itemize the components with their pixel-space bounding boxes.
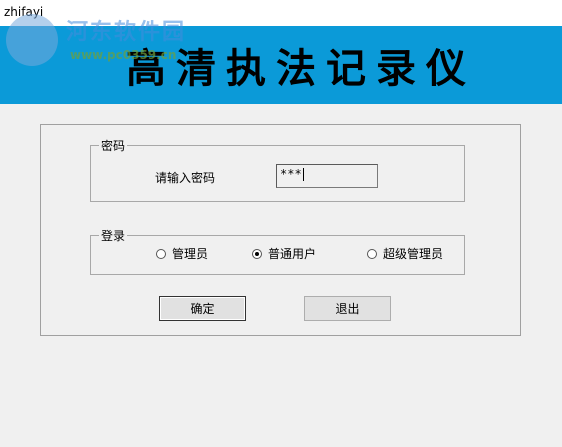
password-prompt-label: 请输入密码	[155, 171, 216, 185]
app-title: 高清执法记录仪	[126, 45, 476, 92]
header-banner: 高清执法记录仪	[0, 26, 562, 104]
radio-super-admin-label: 超级管理员	[383, 247, 444, 261]
window-title: zhifayi	[4, 5, 44, 19]
radio-normal-user-indicator	[252, 248, 262, 259]
title-bar: zhifayi	[0, 0, 562, 26]
ok-button[interactable]: 确定	[159, 296, 246, 321]
exit-button[interactable]: 退出	[304, 296, 391, 321]
radio-normal-user-label: 普通用户	[268, 247, 317, 261]
radio-admin-indicator	[156, 248, 166, 259]
radio-super-admin-indicator	[367, 248, 377, 259]
login-group-legend: 登录	[99, 227, 128, 244]
radio-normal-user[interactable]: 普通用户	[252, 245, 316, 262]
radio-admin-label: 管理员	[172, 247, 209, 261]
password-input[interactable]: ***	[276, 164, 378, 188]
radio-admin[interactable]: 管理员	[156, 245, 208, 262]
password-group-legend: 密码	[99, 137, 128, 154]
radio-super-admin[interactable]: 超级管理员	[367, 245, 443, 262]
password-input-value: ***	[280, 167, 302, 181]
